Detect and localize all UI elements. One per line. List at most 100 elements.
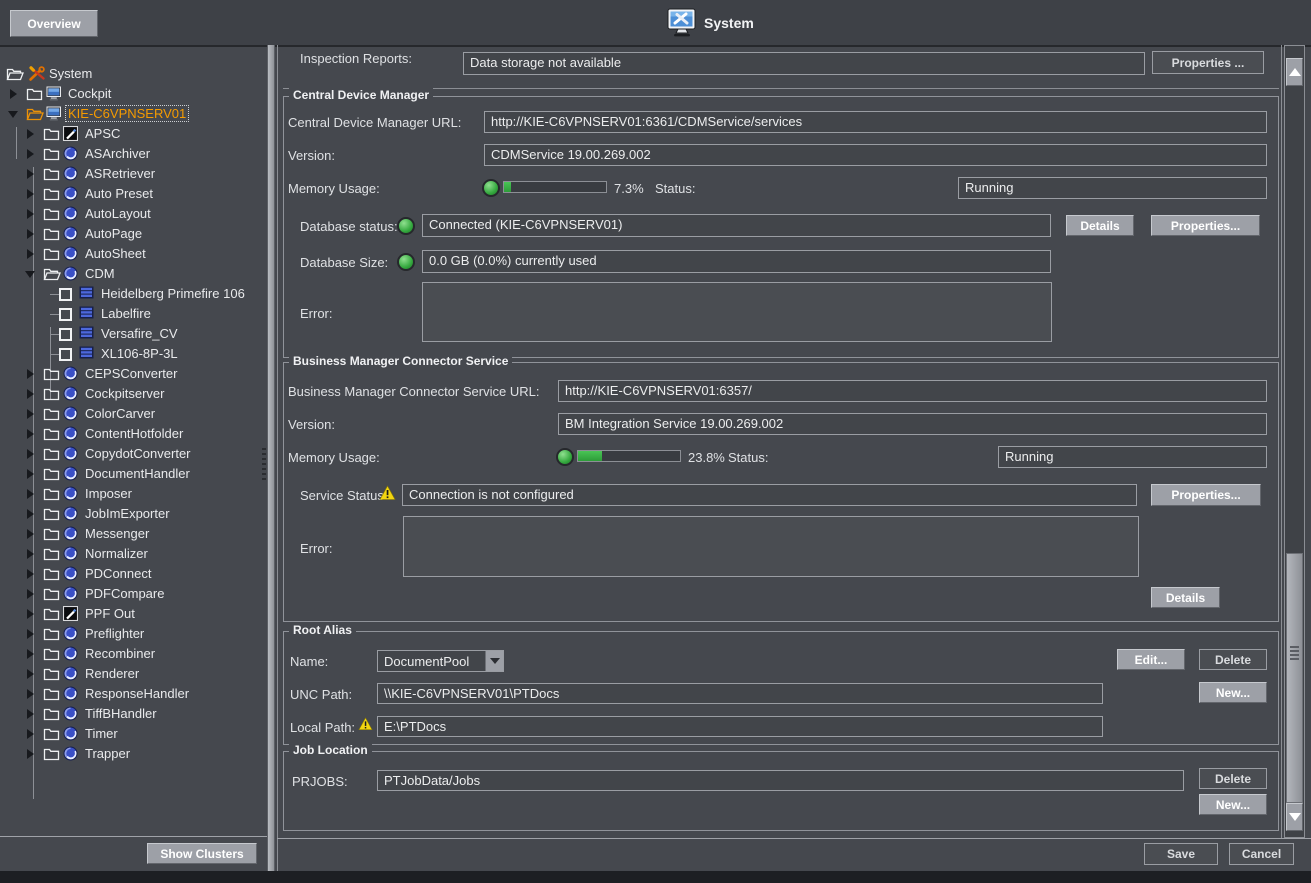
expand-arrow-icon[interactable] [27, 409, 34, 419]
tree-item-tiffbhandler[interactable]: TiffBHandler [0, 704, 263, 724]
expand-arrow-icon[interactable] [27, 549, 34, 559]
cdm-properties-button[interactable]: Properties... [1151, 215, 1260, 236]
tree-item-trapper[interactable]: Trapper [0, 744, 263, 764]
cdm-db-status-field[interactable]: Connected (KIE-C6VPNSERV01) [422, 214, 1051, 237]
sidebar-splitter[interactable] [267, 45, 275, 871]
root-alias-edit-button[interactable]: Edit... [1117, 649, 1185, 670]
tree-item-normalizer[interactable]: Normalizer [0, 544, 263, 564]
cdm-version-field[interactable]: CDMService 19.00.269.002 [484, 144, 1267, 166]
job-location-new-button[interactable]: New... [1199, 794, 1267, 815]
expand-arrow-icon[interactable] [27, 149, 34, 159]
expand-arrow-icon[interactable] [27, 629, 34, 639]
expand-arrow-icon[interactable] [27, 429, 34, 439]
bm-error-textarea[interactable] [403, 516, 1139, 577]
device-checkbox[interactable] [59, 308, 72, 321]
collapse-arrow-icon[interactable] [25, 271, 35, 278]
expand-arrow-icon[interactable] [27, 649, 34, 659]
show-clusters-button[interactable]: Show Clusters [147, 843, 257, 864]
expand-arrow-icon[interactable] [10, 89, 17, 99]
scrollbar-thumb[interactable] [1286, 553, 1303, 803]
tree-item-autopage[interactable]: AutoPage [0, 224, 263, 244]
expand-arrow-icon[interactable] [27, 709, 34, 719]
scroll-down-button[interactable] [1286, 803, 1303, 831]
expand-arrow-icon[interactable] [27, 689, 34, 699]
tree-item-labelfire[interactable]: Labelfire [0, 304, 263, 324]
expand-arrow-icon[interactable] [27, 209, 34, 219]
tree-item-cepsconverter[interactable]: CEPSConverter [0, 364, 263, 384]
tree-item-renderer[interactable]: Renderer [0, 664, 263, 684]
tree-item-asretriever[interactable]: ASRetriever [0, 164, 263, 184]
tree-item-timer[interactable]: Timer [0, 724, 263, 744]
tree-item-recombiner[interactable]: Recombiner [0, 644, 263, 664]
expand-arrow-icon[interactable] [27, 229, 34, 239]
tree-item-pdfcompare[interactable]: PDFCompare [0, 584, 263, 604]
bm-details-button[interactable]: Details [1151, 587, 1220, 608]
expand-arrow-icon[interactable] [27, 749, 34, 759]
collapse-arrow-icon[interactable] [8, 111, 18, 118]
expand-arrow-icon[interactable] [27, 729, 34, 739]
tree-item-system[interactable]: System [0, 64, 263, 84]
tree-item-auto-preset[interactable]: Auto Preset [0, 184, 263, 204]
expand-arrow-icon[interactable] [27, 449, 34, 459]
tree-item-versafire-cv[interactable]: Versafire_CV [0, 324, 263, 344]
expand-arrow-icon[interactable] [27, 589, 34, 599]
expand-arrow-icon[interactable] [27, 129, 34, 139]
tree-item-cockpit[interactable]: Cockpit [0, 84, 263, 104]
expand-arrow-icon[interactable] [27, 189, 34, 199]
cdm-error-textarea[interactable] [422, 282, 1052, 342]
device-checkbox[interactable] [59, 348, 72, 361]
bm-service-status-field[interactable]: Connection is not configured [402, 484, 1137, 506]
root-alias-delete-button[interactable]: Delete [1199, 649, 1267, 670]
save-button[interactable]: Save [1144, 843, 1218, 865]
tree-item-ppf-out[interactable]: PPF Out [0, 604, 263, 624]
inspection-reports-field[interactable]: Data storage not available [463, 52, 1145, 75]
overview-button[interactable]: Overview [10, 10, 98, 37]
tree-item-copydotconverter[interactable]: CopydotConverter [0, 444, 263, 464]
cdm-details-button[interactable]: Details [1066, 215, 1134, 236]
tree-item-heidelberg-primefire-106[interactable]: Heidelberg Primefire 106 [0, 284, 263, 304]
expand-arrow-icon[interactable] [27, 609, 34, 619]
bm-properties-button[interactable]: Properties... [1151, 484, 1261, 506]
tree-item-jobimexporter[interactable]: JobImExporter [0, 504, 263, 524]
tree-item-imposer[interactable]: Imposer [0, 484, 263, 504]
device-checkbox[interactable] [59, 328, 72, 341]
expand-arrow-icon[interactable] [27, 369, 34, 379]
tree-item-asarchiver[interactable]: ASArchiver [0, 144, 263, 164]
tree-item-autosheet[interactable]: AutoSheet [0, 244, 263, 264]
expand-arrow-icon[interactable] [27, 569, 34, 579]
expand-arrow-icon[interactable] [27, 389, 34, 399]
root-alias-local-field[interactable]: E:\PTDocs [377, 716, 1103, 737]
cdm-db-size-field[interactable]: 0.0 GB (0.0%) currently used [422, 250, 1051, 273]
tree-item-xl106-8p-3l[interactable]: XL106-8P-3L [0, 344, 263, 364]
splitter-grip[interactable] [262, 448, 266, 480]
tree-item-preflighter[interactable]: Preflighter [0, 624, 263, 644]
tree-item-responsehandler[interactable]: ResponseHandler [0, 684, 263, 704]
tree-item-messenger[interactable]: Messenger [0, 524, 263, 544]
tree-item-kie-c6vpnserv01[interactable]: KIE-C6VPNSERV01 [0, 104, 263, 124]
tree-item-apsc[interactable]: APSC [0, 124, 263, 144]
tree-item-autolayout[interactable]: AutoLayout [0, 204, 263, 224]
bm-status-field[interactable]: Running [998, 446, 1267, 468]
prjobs-field[interactable]: PTJobData/Jobs [377, 770, 1184, 791]
tree-item-colorcarver[interactable]: ColorCarver [0, 404, 263, 424]
cdm-url-field[interactable]: http://KIE-C6VPNSERV01:6361/CDMService/s… [484, 111, 1267, 133]
cancel-button[interactable]: Cancel [1229, 843, 1294, 865]
chevron-down-icon[interactable] [485, 651, 503, 671]
root-alias-unc-field[interactable]: \\KIE-C6VPNSERV01\PTDocs [377, 683, 1103, 704]
tree-item-documenthandler[interactable]: DocumentHandler [0, 464, 263, 484]
expand-arrow-icon[interactable] [27, 509, 34, 519]
tree-item-contenthotfolder[interactable]: ContentHotfolder [0, 424, 263, 444]
tree-item-pdconnect[interactable]: PDConnect [0, 564, 263, 584]
cdm-status-field[interactable]: Running [958, 177, 1267, 199]
bm-url-field[interactable]: http://KIE-C6VPNSERV01:6357/ [558, 380, 1267, 402]
root-alias-name-select[interactable]: DocumentPool [377, 650, 504, 672]
expand-arrow-icon[interactable] [27, 529, 34, 539]
expand-arrow-icon[interactable] [27, 489, 34, 499]
inspection-properties-button[interactable]: Properties ... [1152, 51, 1264, 74]
root-alias-new-button[interactable]: New... [1199, 682, 1267, 703]
expand-arrow-icon[interactable] [27, 469, 34, 479]
expand-arrow-icon[interactable] [27, 669, 34, 679]
expand-arrow-icon[interactable] [27, 169, 34, 179]
tree-item-cdm[interactable]: CDM [0, 264, 263, 284]
job-location-delete-button[interactable]: Delete [1199, 768, 1267, 789]
